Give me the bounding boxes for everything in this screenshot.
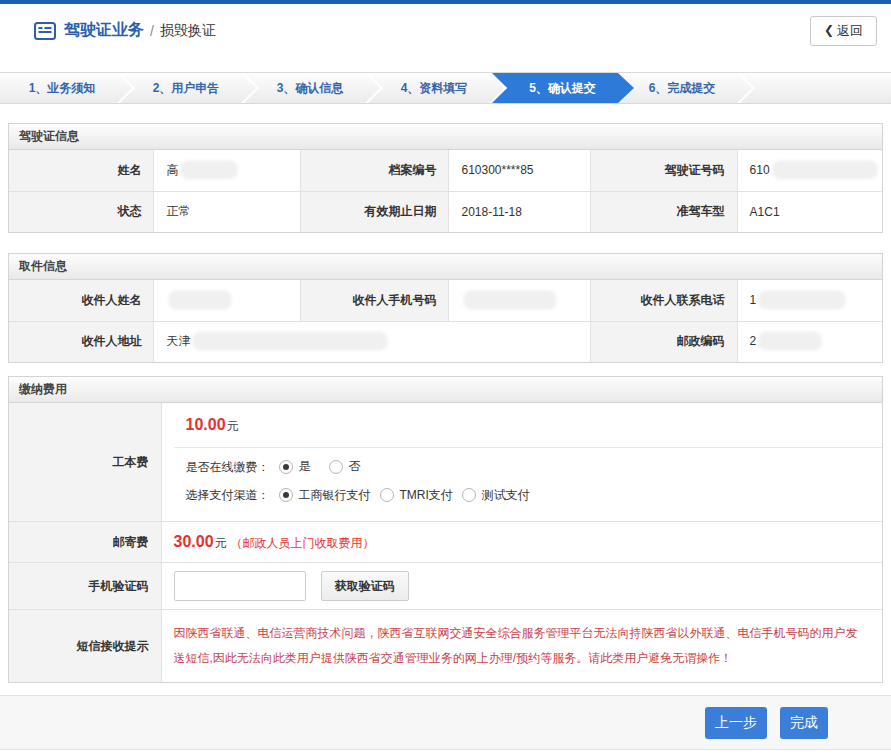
wizard-step-2[interactable]: 2、用户申告	[124, 73, 248, 103]
pay-channel-option-3[interactable]: 测试支付	[462, 487, 530, 504]
field-label: 邮政编码	[590, 321, 737, 362]
work-fee-cell: 10.00元 是否在线缴费： 是否 选择支付渠道： 工商银行支付TMRI支付测试…	[161, 403, 882, 522]
field-value	[154, 280, 301, 321]
wizard-step-1[interactable]: 1、业务须知	[0, 73, 124, 103]
breadcrumb-separator: /	[150, 23, 154, 39]
field-value: 2018-11-18	[449, 191, 590, 232]
radio-label: 测试支付	[482, 487, 530, 504]
redacted-value	[775, 163, 875, 177]
field-label: 姓名	[9, 150, 154, 191]
field-label: 驾驶证号码	[590, 150, 737, 191]
wizard-step-5[interactable]: 5、确认提交	[491, 73, 634, 103]
wizard-step-6[interactable]: 6、完成提交	[620, 73, 744, 103]
field-label: 有效期止日期	[301, 191, 449, 232]
breadcrumb-current: 损毁换证	[160, 22, 216, 40]
fees-table: 工本费 10.00元 是否在线缴费： 是否 选择支付渠道： 工商银行支付TMRI…	[9, 403, 882, 682]
field-value: 1	[737, 280, 882, 321]
radio-label: 工商银行支付	[299, 487, 371, 504]
redacted-value	[466, 293, 554, 307]
step-wizard: 1、业务须知2、用户申告3、确认信息4、资料填写5、确认提交6、完成提交	[0, 72, 891, 104]
section-title: 缴纳费用	[9, 377, 882, 403]
radio-label: 是	[299, 458, 311, 475]
wizard-step-4[interactable]: 4、资料填写	[372, 73, 496, 103]
field-label: 状态	[9, 191, 154, 232]
work-fee-amount: 10.00	[186, 416, 226, 433]
captcha-input[interactable]	[174, 571, 306, 601]
sms-notice-cell: 因陕西省联通、电信运营商技术问题，陕西省互联网交通安全综合服务管理平台无法向持陕…	[161, 610, 882, 683]
field-value: 天津	[154, 321, 590, 362]
field-label: 档案编号	[301, 150, 449, 191]
pay-channel-option-1[interactable]: 工商银行支付	[279, 487, 371, 504]
field-label: 工本费	[9, 403, 161, 522]
pickup-info-section: 取件信息 收件人姓名 收件人手机号码 收件人联系电话1 收件人地址天津邮政编码2	[8, 253, 883, 363]
redacted-value	[183, 163, 235, 177]
field-value: A1C1	[737, 191, 882, 232]
postage-fee-note: （邮政人员上门收取费用）	[231, 536, 375, 550]
page-title: 驾驶证业务	[64, 20, 144, 41]
field-value: 610	[737, 150, 882, 191]
redacted-value	[761, 293, 843, 307]
field-value	[449, 280, 590, 321]
pay-channel-option-2[interactable]: TMRI支付	[380, 487, 453, 504]
chevron-left-icon: ❮	[824, 23, 834, 37]
field-label: 收件人手机号码	[301, 280, 449, 321]
radio-checked-icon[interactable]	[279, 460, 293, 474]
page-header: 驾驶证业务 / 损毁换证 ❮返回	[0, 4, 891, 57]
radio-icon[interactable]	[329, 460, 343, 474]
field-value: 2	[737, 321, 882, 362]
field-label: 收件人地址	[9, 321, 154, 362]
pickup-info-table: 收件人姓名 收件人手机号码 收件人联系电话1 收件人地址天津邮政编码2	[9, 280, 882, 362]
online-pay-label: 是否在线缴费：	[186, 459, 270, 476]
channel-label: 选择支付渠道：	[186, 487, 270, 504]
online-pay-options: 是否	[270, 458, 361, 477]
field-label: 收件人姓名	[9, 280, 154, 321]
wizard-step-3[interactable]: 3、确认信息	[248, 73, 372, 103]
online-pay-option-1[interactable]: 是	[279, 458, 311, 475]
radio-label: 否	[349, 458, 361, 475]
field-value: 高	[154, 150, 301, 191]
redacted-value	[761, 334, 819, 348]
field-label: 收件人联系电话	[590, 280, 737, 321]
footer-action-bar: 上一步 完成	[0, 695, 891, 750]
finish-button[interactable]: 完成	[780, 707, 828, 739]
field-value: 610300****85	[449, 150, 590, 191]
postage-fee-cell: 30.00元（邮政人员上门收取费用）	[161, 522, 882, 563]
radio-label: TMRI支付	[400, 487, 453, 504]
sms-notice-text: 因陕西省联通、电信运营商技术问题，陕西省互联网交通安全综合服务管理平台无法向持陕…	[174, 610, 883, 682]
radio-checked-icon[interactable]	[279, 488, 293, 502]
online-pay-option-2[interactable]: 否	[329, 458, 361, 475]
postage-fee-amount: 30.00	[174, 533, 214, 550]
field-label: 准驾车型	[590, 191, 737, 232]
back-button[interactable]: ❮返回	[810, 16, 877, 46]
license-info-section: 驾驶证信息 姓名高档案编号610300****85驾驶证号码610 状态正常有效期…	[8, 123, 883, 233]
field-label: 邮寄费	[9, 522, 161, 563]
redacted-value	[195, 334, 385, 348]
previous-step-button[interactable]: 上一步	[705, 707, 767, 739]
section-title: 驾驶证信息	[9, 124, 882, 150]
section-title: 取件信息	[9, 254, 882, 280]
captcha-cell: 获取验证码	[161, 563, 882, 610]
radio-icon[interactable]	[380, 488, 394, 502]
field-label: 手机验证码	[9, 563, 161, 610]
work-fee-amount-line: 10.00元	[174, 403, 883, 448]
redacted-value	[171, 293, 229, 307]
form-list-icon	[34, 22, 56, 40]
license-info-table: 姓名高档案编号610300****85驾驶证号码610 状态正常有效期止日期201…	[9, 150, 882, 232]
field-value: 正常	[154, 191, 301, 232]
fees-section: 缴纳费用 工本费 10.00元 是否在线缴费： 是否 选择支付渠道：	[8, 376, 883, 683]
field-label: 短信接收提示	[9, 610, 161, 683]
channel-options: 工商银行支付 TMRI支付 测试支付	[270, 487, 530, 506]
get-captcha-button[interactable]: 获取验证码	[321, 571, 409, 601]
radio-icon[interactable]	[462, 488, 476, 502]
